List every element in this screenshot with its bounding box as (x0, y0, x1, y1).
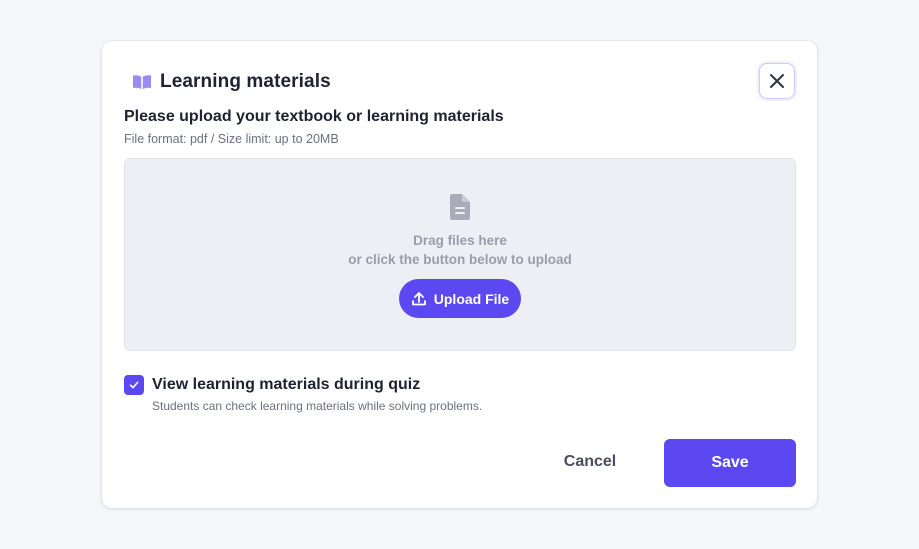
view-materials-label[interactable]: View learning materials during quiz (152, 376, 420, 394)
book-open-icon (132, 74, 152, 90)
learning-materials-dialog: Learning materials Please upload your te… (102, 41, 817, 508)
dialog-title: Learning materials (160, 71, 331, 92)
file-text-icon (448, 193, 472, 221)
file-format-note: File format: pdf / Size limit: up to 20M… (124, 132, 339, 146)
view-materials-checkbox[interactable] (124, 375, 144, 395)
view-materials-help: Students can check learning materials wh… (152, 399, 483, 413)
dialog-header: Learning materials (132, 69, 331, 95)
file-dropzone[interactable]: Drag files here or click the button belo… (124, 158, 796, 351)
upload-file-label: Upload File (433, 290, 510, 307)
close-button[interactable] (759, 63, 795, 99)
cancel-button[interactable]: Cancel (542, 439, 638, 485)
click-upload-text: or click the button below to upload (348, 252, 572, 267)
drag-files-text: Drag files here (413, 233, 507, 248)
checkmark-icon (128, 379, 140, 391)
upload-icon (411, 291, 427, 307)
close-icon (769, 73, 785, 89)
upload-heading: Please upload your textbook or learning … (124, 108, 504, 125)
save-button[interactable]: Save (664, 439, 796, 487)
upload-file-button[interactable]: Upload File (399, 279, 521, 318)
